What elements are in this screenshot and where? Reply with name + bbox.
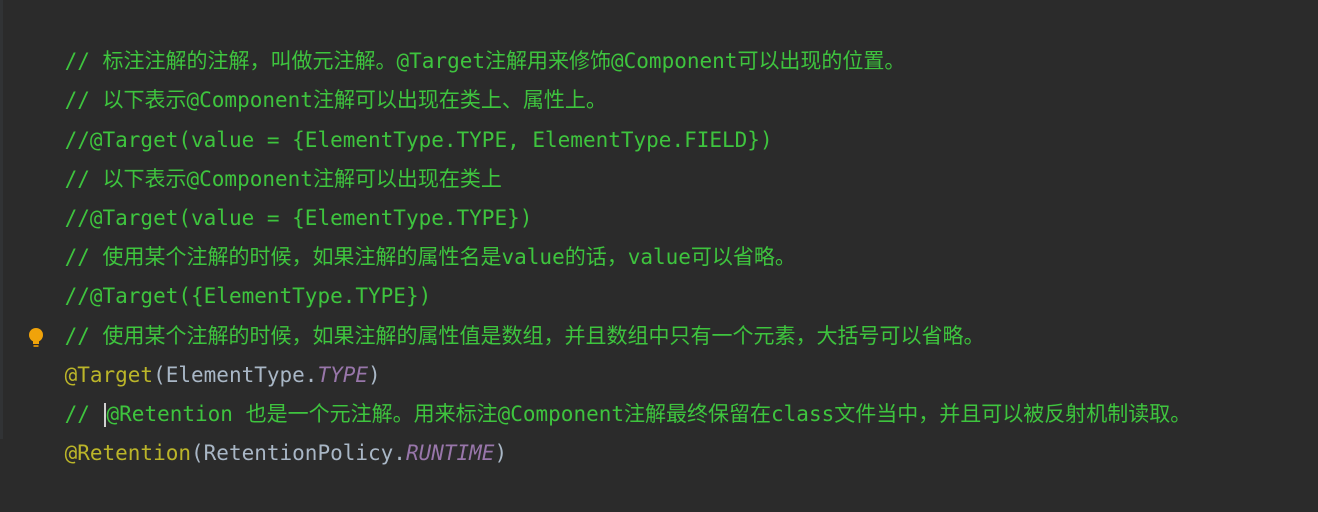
code-line-retention-annotation: @Retention(RetentionPolicy.RUNTIME) (0, 395, 1318, 465)
code-line-target-annotation: @Target(ElementType.TYPE) (0, 317, 1318, 387)
code-line-retention-comment: // @Retention 也是一个元注解。用来标注@Component注解最终… (0, 356, 1318, 427)
annotation-name: @Retention (64, 441, 192, 466)
code-line-5: //@Target(value = {ElementType.TYPE}) (0, 160, 1318, 230)
enum-constant: RUNTIME (405, 441, 495, 466)
code-line-8: // 使用某个注解的时候，如果注解的属性值是数组，并且数组中只有一个元素，大括号… (0, 277, 1318, 348)
code-line-6: // 使用某个注解的时候，如果注解的属性名是value的话，value可以省略。 (0, 199, 1318, 269)
code-line-7: //@Target({ElementType.TYPE}) (0, 238, 1318, 308)
annotation-args-close: ) (494, 441, 508, 466)
annotation-args-open: (RetentionPolicy. (191, 441, 406, 466)
code-editor[interactable]: // 标注注解的注解，叫做元注解。@Target注解用来修饰@Component… (0, 0, 1318, 465)
code-line-1: // 标注注解的注解，叫做元注解。@Target注解用来修饰@Component… (0, 3, 1318, 73)
code-line-3: //@Target(value = {ElementType.TYPE, Ele… (0, 81, 1318, 152)
lightbulb-icon[interactable] (28, 327, 44, 349)
code-line-2: // 以下表示@Component注解可以出现在类上、属性上。 (0, 42, 1318, 112)
code-line-4: // 以下表示@Component注解可以出现在类上 (0, 121, 1318, 191)
